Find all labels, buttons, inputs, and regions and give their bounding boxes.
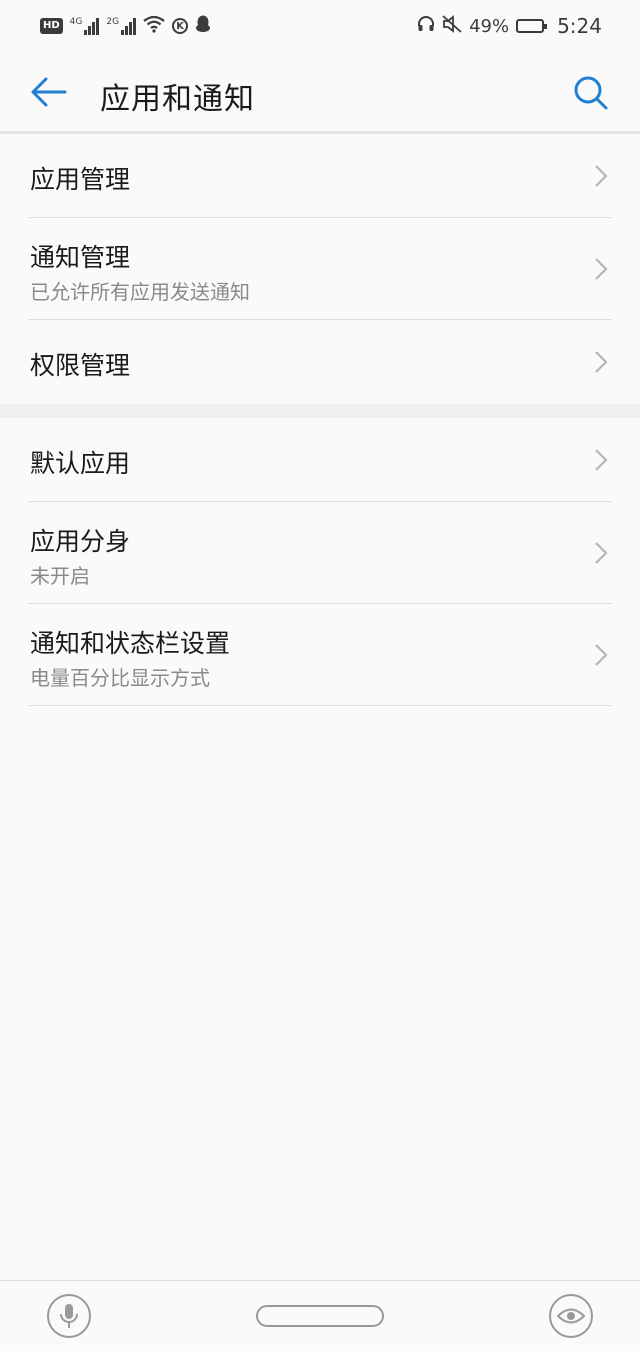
- headset-icon: [417, 15, 435, 38]
- item-label: 通知和状态栏设置: [30, 629, 231, 658]
- list-item-default-apps[interactable]: 默认应用: [28, 418, 612, 502]
- microphone-icon: [60, 1304, 78, 1328]
- chevron-right-icon: [590, 347, 612, 377]
- chevron-right-icon: [590, 161, 612, 191]
- item-label: 应用管理: [30, 165, 131, 194]
- chevron-right-icon: [590, 445, 612, 475]
- mute-icon: [442, 14, 462, 38]
- wifi-icon: [143, 15, 165, 38]
- item-label: 应用分身: [30, 527, 131, 556]
- eye-icon: [557, 1308, 585, 1324]
- list-item-app-twin[interactable]: 应用分身 未开启: [28, 502, 612, 604]
- item-sublabel: 未开启: [30, 564, 90, 588]
- app-bar: 应用和通知: [0, 52, 640, 132]
- list-item-app-management[interactable]: 应用管理: [28, 134, 612, 218]
- qq-icon: [195, 15, 211, 38]
- battery-percent: 49%: [469, 15, 510, 37]
- item-sublabel: 电量百分比显示方式: [30, 666, 210, 690]
- status-right: 49% 5:24: [417, 14, 602, 38]
- navigation-bar: [0, 1280, 640, 1351]
- settings-group-defaults: 默认应用 应用分身 未开启 通知和状态栏设置 电量百分比显示方式: [0, 418, 640, 706]
- list-item-permission-management[interactable]: 权限管理: [28, 320, 612, 404]
- status-left: HD 4G 2G K: [40, 15, 211, 38]
- status-bar: HD 4G 2G K 49% 5:24: [0, 0, 640, 52]
- search-button[interactable]: [568, 72, 614, 114]
- item-sublabel: 已允许所有应用发送通知: [30, 280, 250, 304]
- hd-icon: HD: [40, 18, 63, 34]
- settings-group-apps: 应用管理 通知管理 已允许所有应用发送通知 权限管理: [0, 134, 640, 404]
- clock: 5:24: [557, 14, 602, 38]
- chevron-right-icon: [590, 538, 612, 568]
- signal-4g-icon: 4G: [70, 17, 100, 35]
- chevron-right-icon: [590, 254, 612, 284]
- list-item-notification-management[interactable]: 通知管理 已允许所有应用发送通知: [28, 218, 612, 320]
- battery-icon: [516, 19, 548, 33]
- signal-2g-icon: 2G: [106, 17, 137, 35]
- list-item-notification-statusbar-settings[interactable]: 通知和状态栏设置 电量百分比显示方式: [28, 604, 612, 706]
- eye-comfort-button[interactable]: [549, 1294, 593, 1338]
- k-app-icon: K: [172, 18, 189, 34]
- group-separator: [0, 404, 640, 418]
- chevron-right-icon: [590, 640, 612, 670]
- arrow-back-icon: [31, 77, 67, 107]
- back-button[interactable]: [26, 72, 72, 112]
- item-label: 默认应用: [30, 449, 131, 478]
- page-title: 应用和通知: [100, 82, 255, 117]
- item-label: 权限管理: [30, 351, 131, 380]
- search-icon: [574, 76, 608, 110]
- item-label: 通知管理: [30, 243, 131, 272]
- home-pill[interactable]: [256, 1305, 384, 1327]
- microphone-button[interactable]: [47, 1294, 91, 1338]
